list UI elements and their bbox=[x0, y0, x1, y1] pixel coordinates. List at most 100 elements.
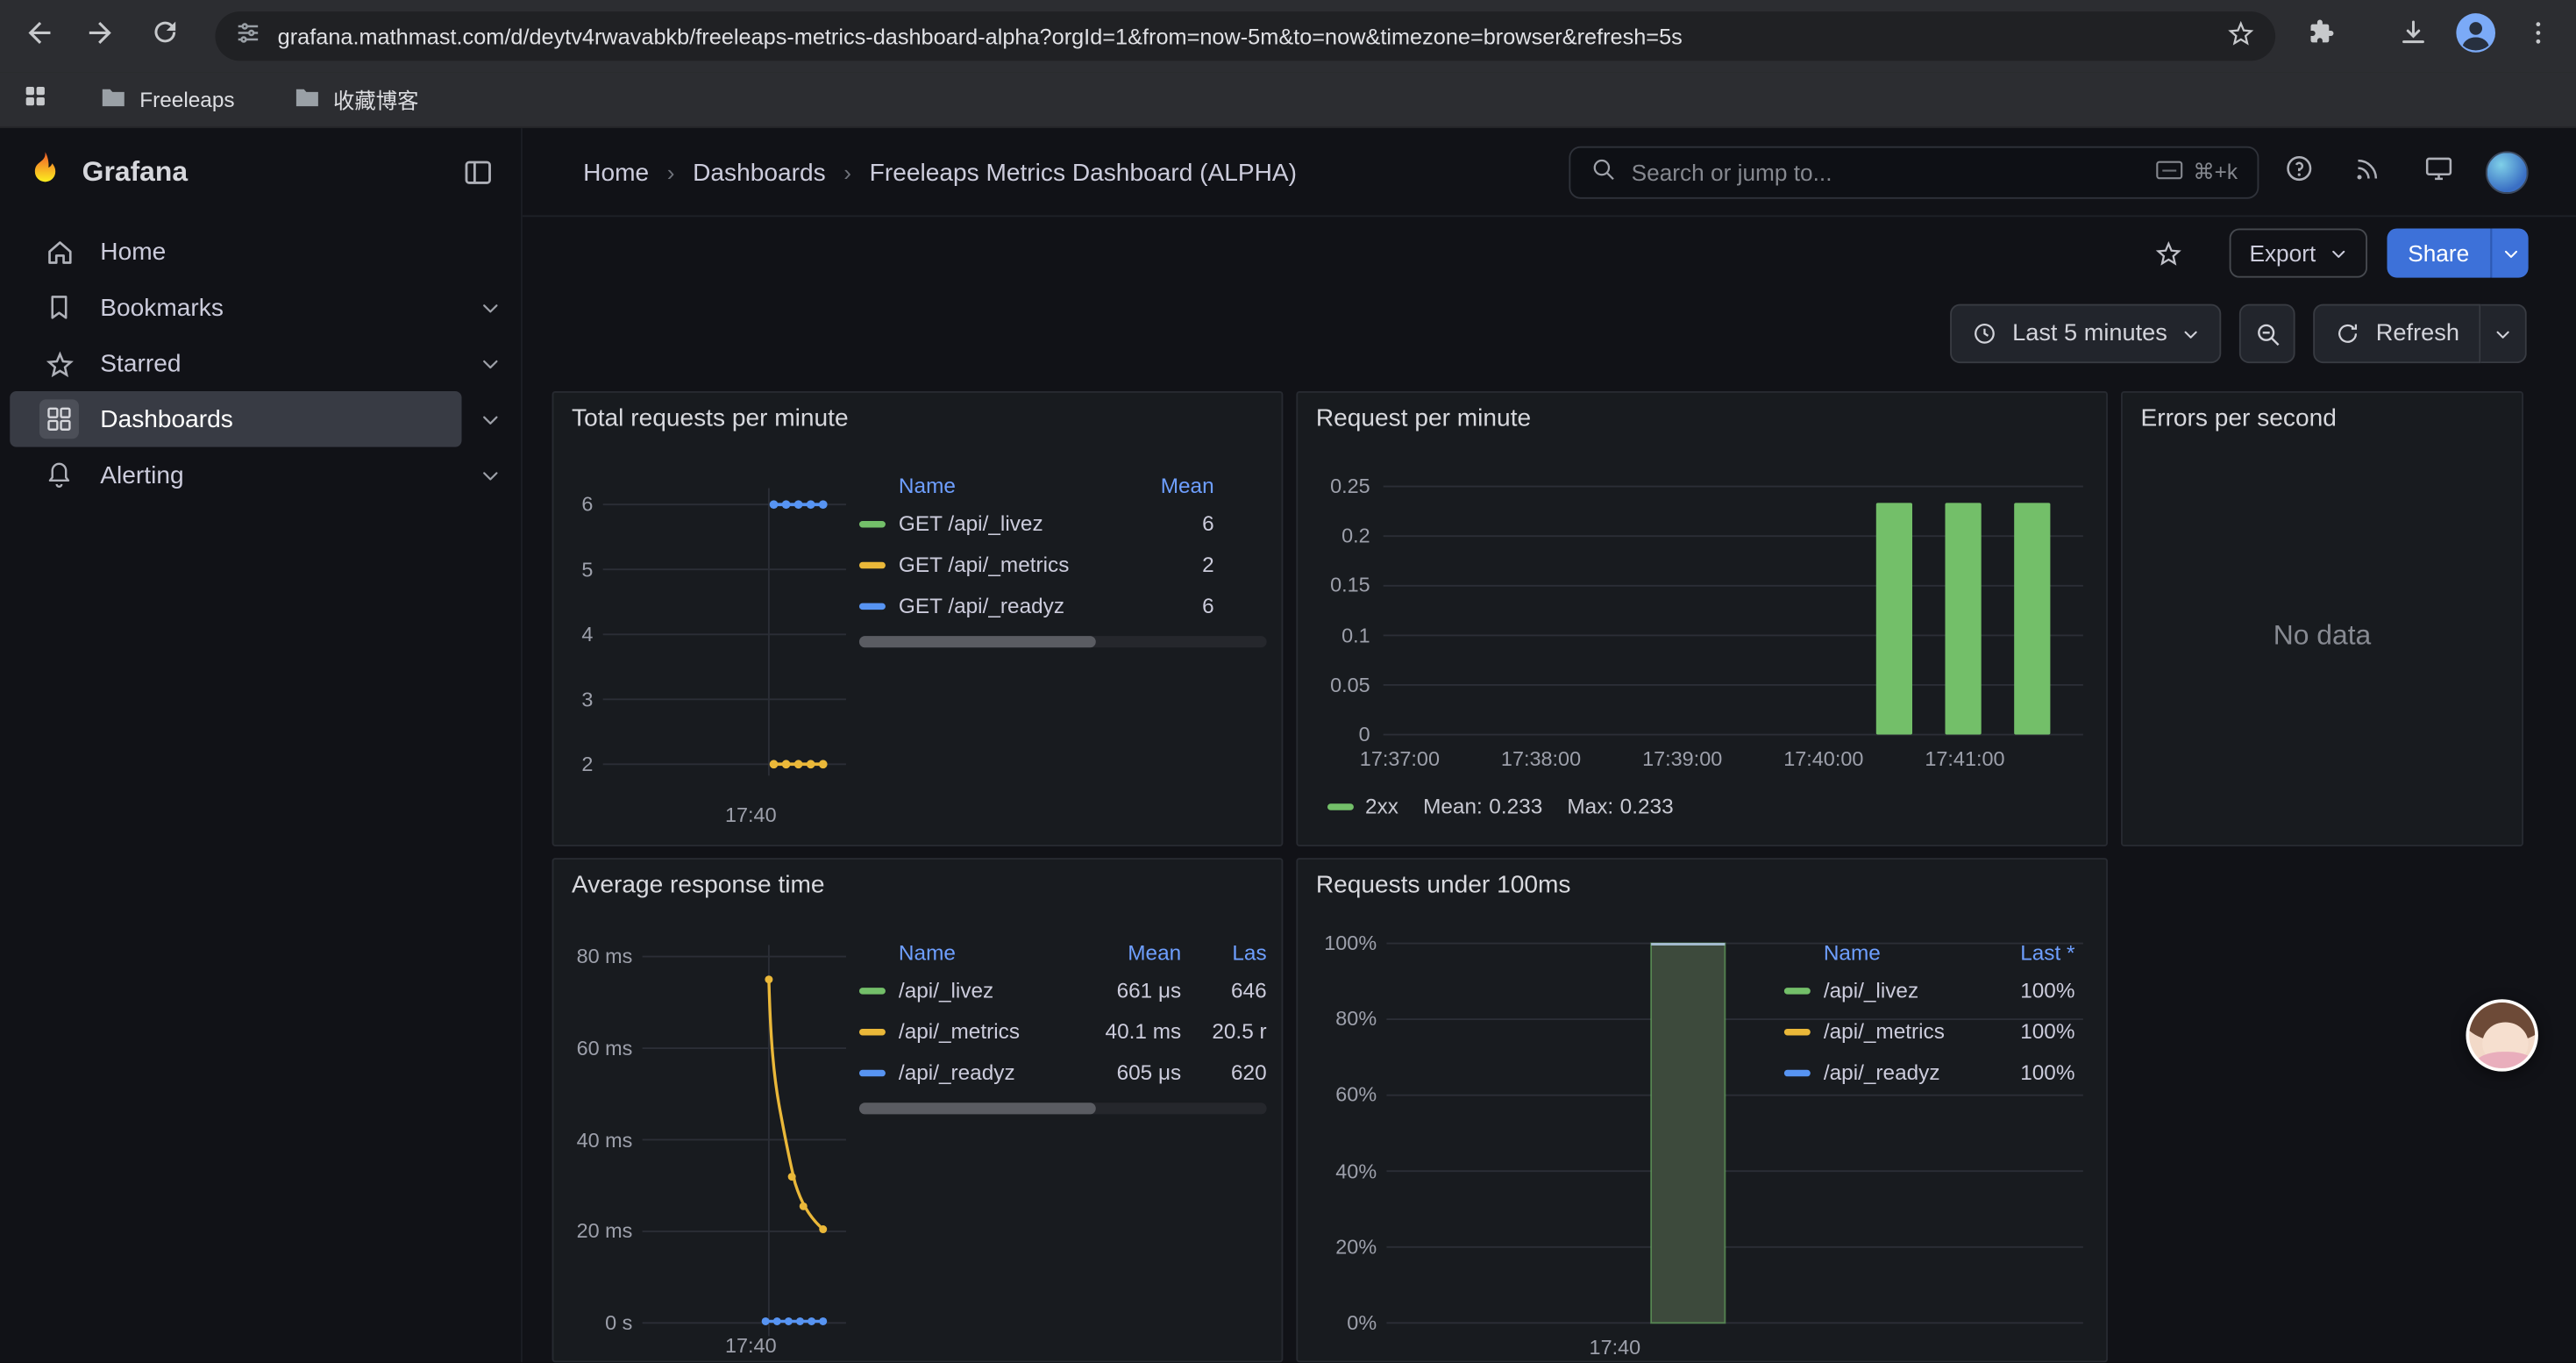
panel-average-response-time[interactable]: Average response time 80 ms60 ms40 ms20 … bbox=[552, 858, 1284, 1362]
legend-row[interactable]: GET /api/_readyz 6 bbox=[859, 585, 1267, 626]
user-menu-button[interactable] bbox=[2486, 151, 2529, 194]
zoom-out-button[interactable] bbox=[2239, 304, 2295, 363]
export-button[interactable]: Export bbox=[2230, 228, 2366, 277]
grafana-logo[interactable] bbox=[26, 150, 64, 196]
apps-grid-icon[interactable] bbox=[21, 82, 49, 118]
legend-row[interactable]: /api/_metrics 100% bbox=[1784, 1010, 2075, 1052]
series-name[interactable]: /api/_readyz bbox=[1824, 1060, 1989, 1085]
bookmark-star-icon[interactable] bbox=[2226, 18, 2256, 55]
tick-label: 0.1 bbox=[1341, 624, 1370, 646]
legend-mean: Mean: 0.233 bbox=[1423, 794, 1542, 818]
legend-scrollbar[interactable] bbox=[859, 1103, 1267, 1114]
share-menu-button[interactable] bbox=[2491, 228, 2529, 277]
panel-request-per-minute[interactable]: Request per minute 0.250.20.150.10.050 1… bbox=[1296, 391, 2108, 846]
site-info-icon[interactable] bbox=[235, 19, 261, 54]
series-name[interactable]: /api/_metrics bbox=[899, 1019, 1086, 1044]
legend-row[interactable]: /api/_livez 661 μs 646 bbox=[859, 969, 1267, 1010]
series-name[interactable]: GET /api/_metrics bbox=[899, 553, 1128, 577]
series-name[interactable]: GET /api/_livez bbox=[899, 511, 1128, 536]
browser-menu-button[interactable] bbox=[2510, 8, 2566, 64]
refresh-interval-button[interactable] bbox=[2480, 304, 2526, 363]
reload-button[interactable] bbox=[137, 8, 193, 64]
series-name[interactable]: /api/_metrics bbox=[1824, 1019, 1989, 1044]
series-last: 100% bbox=[1989, 978, 2074, 1003]
floating-avatar[interactable] bbox=[2466, 999, 2537, 1071]
search-input[interactable] bbox=[1632, 160, 2141, 186]
timeseries-chart bbox=[553, 393, 901, 848]
tick-label: 60 ms bbox=[577, 1037, 633, 1060]
back-button[interactable] bbox=[11, 8, 68, 64]
share-button[interactable]: Share bbox=[2387, 228, 2491, 277]
breadcrumb-dashboards[interactable]: Dashboards bbox=[693, 159, 826, 187]
panel-title[interactable]: Errors per second bbox=[2140, 404, 2336, 432]
url-bar[interactable]: grafana.mathmast.com/d/deytv4rwavabkb/fr… bbox=[215, 11, 2275, 61]
series-name[interactable]: 2xx bbox=[1365, 794, 1398, 818]
downloads-button[interactable] bbox=[2386, 8, 2442, 64]
panel-requests-under-100ms[interactable]: Requests under 100ms 100%80%60%40%20%0% … bbox=[1296, 858, 2108, 1362]
series-name[interactable]: /api/_livez bbox=[1824, 978, 1989, 1003]
legend-row[interactable]: /api/_readyz 100% bbox=[1784, 1052, 2075, 1093]
chevron-down-icon[interactable] bbox=[480, 353, 501, 374]
panel-errors-per-second[interactable]: Errors per second No data bbox=[2121, 391, 2523, 846]
sidebar-item-home[interactable]: Home bbox=[10, 224, 461, 280]
bookmark-folder-freeleaps[interactable]: Freeleaps bbox=[85, 79, 249, 120]
sidebar-item-starred[interactable]: Starred bbox=[10, 335, 461, 391]
download-icon bbox=[2397, 16, 2430, 57]
url-text[interactable]: grafana.mathmast.com/d/deytv4rwavabkb/fr… bbox=[278, 24, 2210, 48]
y-axis: 80 ms60 ms40 ms20 ms0 s bbox=[553, 945, 632, 1334]
legend-header-last[interactable]: Last * bbox=[1989, 939, 2074, 964]
forward-button[interactable] bbox=[72, 8, 128, 64]
legend-row[interactable]: /api/_readyz 605 μs 620 bbox=[859, 1052, 1267, 1093]
extensions-button[interactable] bbox=[2292, 8, 2348, 64]
panel-total-requests[interactable]: Total requests per minute 65432 17:40 Na… bbox=[552, 391, 1284, 846]
bookmark-folder-blogs[interactable]: 收藏博客 bbox=[279, 77, 433, 122]
series-name[interactable]: /api/_readyz bbox=[899, 1060, 1086, 1085]
news-button[interactable] bbox=[2346, 151, 2389, 194]
bookmarks-icon bbox=[39, 288, 79, 327]
sidebar-toggle-icon[interactable] bbox=[462, 156, 495, 189]
legend-header-name[interactable]: Name bbox=[1824, 939, 1989, 964]
scrollbar-thumb[interactable] bbox=[859, 636, 1095, 647]
monitor-icon bbox=[2423, 153, 2454, 192]
time-controls: Last 5 minutes Refresh bbox=[523, 304, 2576, 363]
series-name[interactable]: GET /api/_readyz bbox=[899, 593, 1128, 617]
legend-row[interactable]: GET /api/_metrics 2 bbox=[859, 544, 1267, 585]
tick-label: 17:37:00 bbox=[1342, 748, 1457, 771]
breadcrumb-home[interactable]: Home bbox=[583, 159, 649, 187]
series-last: 620 bbox=[1194, 1060, 1266, 1085]
series-name[interactable]: /api/_livez bbox=[899, 978, 1086, 1003]
help-button[interactable] bbox=[2277, 151, 2320, 194]
favorite-star-button[interactable] bbox=[2154, 239, 2184, 268]
scrollbar-thumb[interactable] bbox=[859, 1103, 1095, 1114]
profile-avatar bbox=[2454, 11, 2497, 61]
series-swatch bbox=[859, 1028, 886, 1034]
tick-label: 0.25 bbox=[1330, 475, 1370, 498]
chevron-down-icon[interactable] bbox=[480, 464, 501, 485]
chevron-down-icon[interactable] bbox=[480, 296, 501, 318]
time-range-picker[interactable]: Last 5 minutes bbox=[1950, 304, 2222, 363]
browser-toolbar: grafana.mathmast.com/d/deytv4rwavabkb/fr… bbox=[0, 0, 2576, 72]
legend-row[interactable]: GET /api/_livez 6 bbox=[859, 503, 1267, 544]
sidebar-item-label: Starred bbox=[100, 349, 181, 377]
series-swatch bbox=[1327, 803, 1354, 809]
legend-header-name[interactable]: Name bbox=[899, 939, 1086, 964]
search-icon bbox=[1590, 155, 1617, 189]
chevron-down-icon[interactable] bbox=[480, 409, 501, 430]
legend-header-mean[interactable]: Mean bbox=[1128, 473, 1213, 497]
legend-row[interactable]: /api/_metrics 40.1 ms 20.5 r bbox=[859, 1010, 1267, 1052]
legend-row[interactable]: /api/_livez 100% bbox=[1784, 969, 2075, 1010]
legend-header-mean[interactable]: Mean bbox=[1086, 939, 1182, 964]
legend-scrollbar[interactable] bbox=[859, 636, 1267, 647]
browser-profile-button[interactable] bbox=[2450, 10, 2502, 62]
refresh-button[interactable]: Refresh bbox=[2314, 304, 2481, 363]
legend-header-name[interactable]: Name bbox=[899, 473, 1128, 497]
chevron-down-icon bbox=[2494, 325, 2512, 343]
sidebar-item-bookmarks[interactable]: Bookmarks bbox=[10, 280, 461, 336]
sidebar-item-dashboards[interactable]: Dashboards bbox=[10, 391, 461, 447]
sidebar-item-alerting[interactable]: Alerting bbox=[10, 447, 461, 503]
series-swatch bbox=[1784, 987, 1811, 993]
search-box[interactable]: ⌘+k bbox=[1569, 146, 2259, 199]
display-button[interactable] bbox=[2416, 151, 2459, 194]
x-axis: 17:37:0017:38:0017:39:0017:40:0017:41:00 bbox=[1342, 748, 2023, 771]
legend-header-last[interactable]: Las bbox=[1194, 939, 1266, 964]
